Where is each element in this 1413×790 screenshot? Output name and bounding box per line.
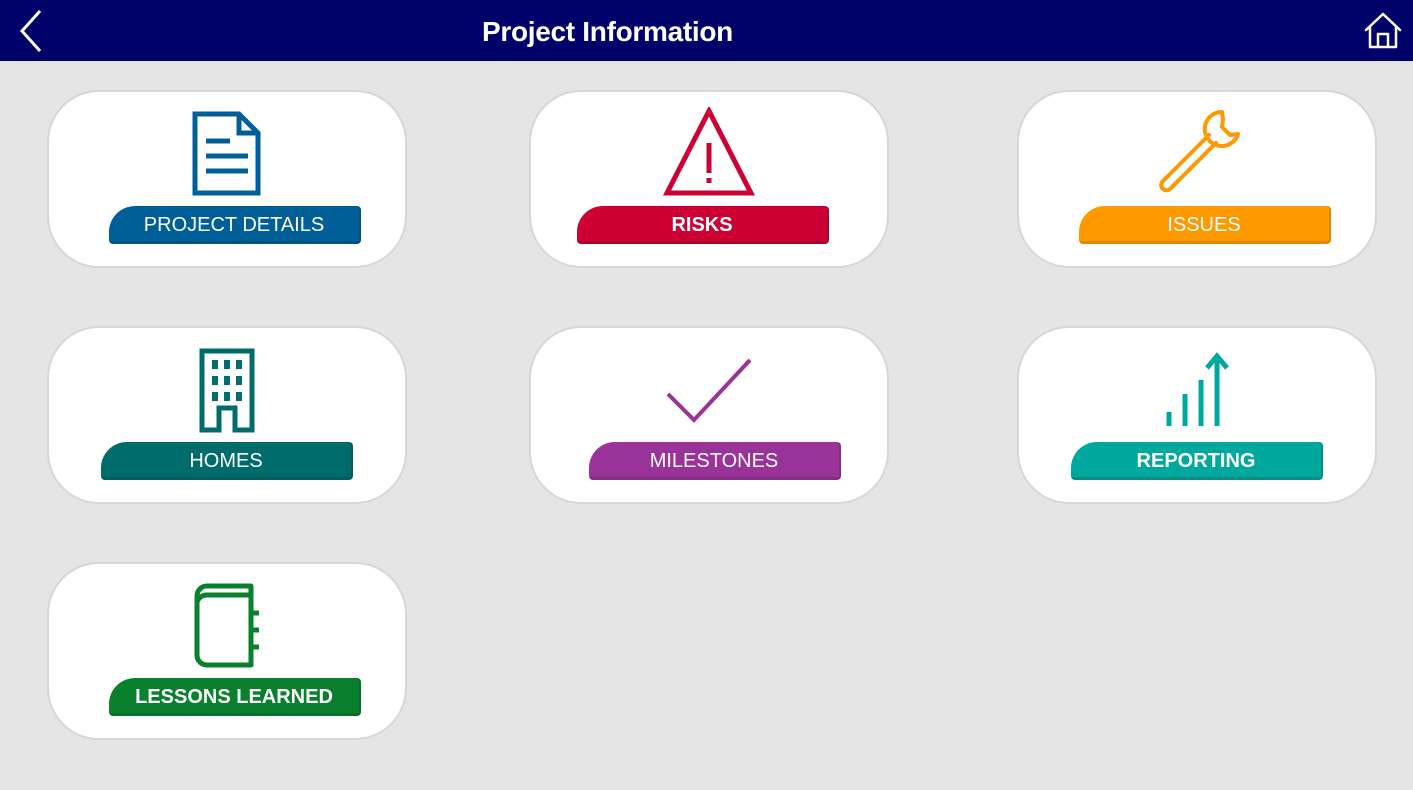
- tile-label: REPORTING: [1071, 442, 1323, 480]
- tile-reporting[interactable]: REPORTING: [1017, 326, 1377, 504]
- home-icon: [1364, 12, 1402, 49]
- page-title: Project Information: [482, 16, 733, 47]
- tile-milestones[interactable]: MILESTONES: [529, 326, 889, 504]
- tile-label: PROJECT DETAILS: [109, 206, 361, 244]
- notebook-icon: [194, 583, 259, 668]
- tile-label: LESSONS LEARNED: [109, 678, 361, 716]
- tile-homes[interactable]: HOMES: [47, 326, 407, 504]
- tile-project-details[interactable]: PROJECT DETAILS: [47, 90, 407, 268]
- header-bar: Project Information: [0, 0, 1413, 61]
- home-button[interactable]: [1360, 10, 1406, 52]
- bar-chart-up-icon: [1166, 352, 1229, 426]
- warning-icon: [663, 107, 755, 196]
- tile-label: HOMES: [101, 442, 353, 480]
- tile-label: RISKS: [577, 206, 829, 244]
- tile-label: ISSUES: [1079, 206, 1331, 244]
- building-icon: [199, 348, 255, 433]
- checkmark-icon: [666, 358, 752, 423]
- wrench-icon: [1159, 109, 1240, 193]
- tile-issues[interactable]: ISSUES: [1017, 90, 1377, 268]
- tile-lessons-learned[interactable]: LESSONS LEARNED: [47, 562, 407, 740]
- tile-label: MILESTONES: [589, 442, 841, 480]
- document-icon: [192, 111, 261, 196]
- back-button[interactable]: [12, 8, 52, 54]
- tile-risks[interactable]: RISKS: [529, 90, 889, 268]
- chevron-left-icon: [19, 9, 42, 53]
